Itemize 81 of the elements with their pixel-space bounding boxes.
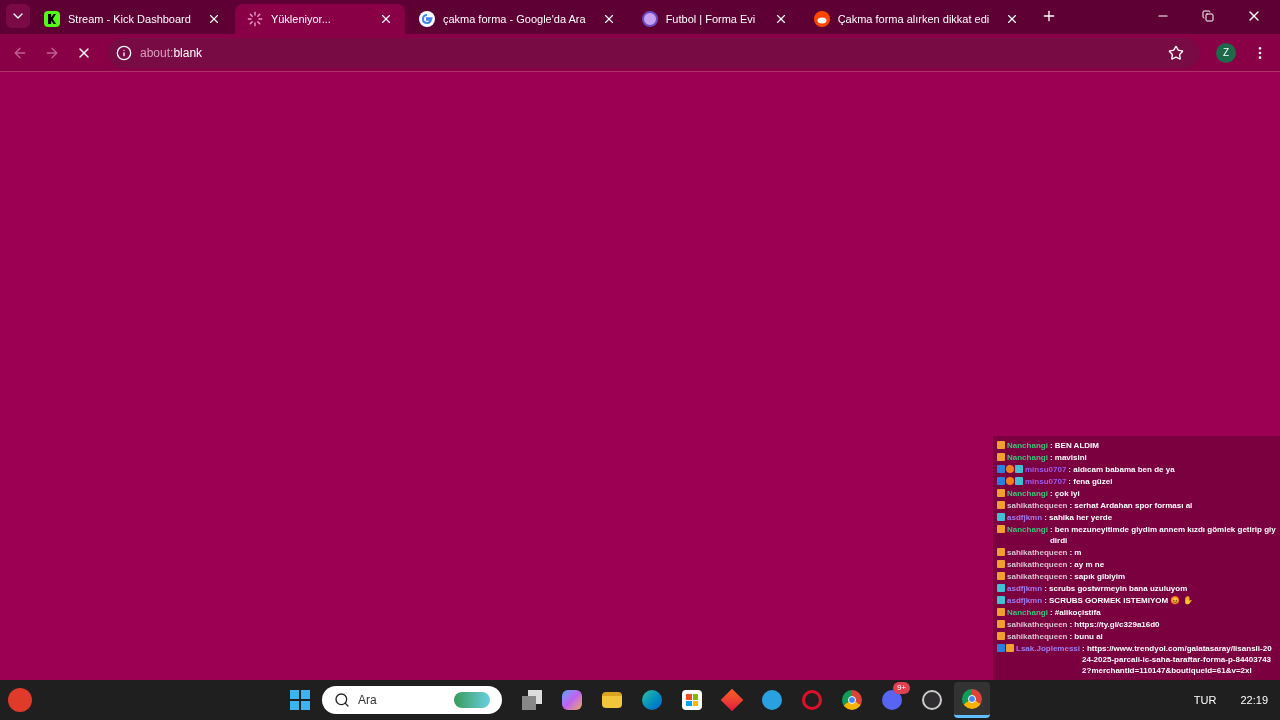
profile-avatar[interactable]: Z — [1216, 42, 1236, 63]
chat-message: : aldıcam babama ben de ya — [1068, 464, 1175, 475]
chat-username: asdfjkmn — [1007, 583, 1043, 594]
chat-message: : m — [1069, 547, 1082, 558]
browser-tab[interactable]: çakma forma - Google'da Ara — [406, 4, 628, 34]
browser-tab[interactable]: Futbol | Forma Evi — [629, 4, 800, 34]
loading-spinner-icon — [246, 11, 263, 27]
browser-icon — [642, 690, 662, 710]
chat-message: : fena güzel — [1068, 476, 1113, 487]
clock-time[interactable]: 22:19 — [1240, 691, 1268, 709]
chat-message: : sahika her yerde — [1044, 512, 1113, 523]
tab-title: Çakma forma alırken dikkat edi — [837, 11, 990, 27]
chat-username: sahikathequeen — [1007, 571, 1068, 582]
alien-logo-icon — [813, 11, 830, 27]
browser-tab[interactable]: Çakma forma alırken dikkat edi — [801, 4, 1032, 34]
chat-username: asdfjkmn — [1007, 512, 1043, 523]
site-logo-icon — [641, 11, 658, 27]
ring-logo-icon — [802, 690, 822, 710]
chat-message: : bunu al — [1069, 631, 1103, 642]
language-indicator[interactable]: TUR — [1193, 691, 1217, 709]
chat-message: : BEN ALDIM — [1049, 440, 1099, 451]
chat-username: Nanchangi — [1007, 488, 1048, 499]
browser-tab[interactable]: Stream - Kick Dashboard — [32, 4, 233, 34]
folder-icon — [602, 692, 622, 708]
search-field[interactable]: Ara — [322, 686, 502, 714]
bookmark-star-icon[interactable] — [1168, 44, 1184, 61]
k-logo-icon — [44, 11, 60, 27]
chat-message: : #alikoçistifa — [1049, 607, 1101, 618]
chat-message: : ben mezuneyitimde giydim annem kızdı gömlek getirip giydirdi — [1049, 524, 1276, 546]
chat-message: : https://www.trendyol.com/galatasaray/lisansli-2024-2025-parcali-ic-saha-taraftar-forma-p-844037432?merchantId=110147&boutiqueId=61&v=2xl — [1082, 643, 1273, 676]
browser-icon — [842, 690, 862, 710]
tab-title: Stream - Kick Dashboard — [68, 11, 191, 27]
start-icon[interactable] — [290, 690, 310, 710]
taskbar-app-button[interactable]: 9+ — [874, 682, 910, 718]
chat-username: sahikathequeen — [1007, 547, 1068, 558]
chat-message: : mavisini — [1049, 452, 1087, 463]
tab-title: Yükleniyor... — [270, 11, 332, 27]
flag-badge-icon — [997, 513, 1005, 521]
taskbar-app-button[interactable] — [954, 682, 990, 718]
search-icon — [334, 692, 350, 708]
chat-username: sahikathequeen — [1007, 559, 1068, 570]
address-bar[interactable]: about:blank — [108, 37, 1200, 68]
restore-icon[interactable] — [1202, 10, 1214, 22]
chat-message: : SCRUBS GORMEK ISTEMIYOM 😡 ✋ — [1044, 595, 1193, 606]
tab-title: Futbol | Forma Evi — [665, 11, 757, 27]
chat-username: sahikathequeen — [1007, 500, 1068, 511]
store-bag-icon — [682, 690, 702, 710]
weather-widget-icon[interactable] — [8, 688, 32, 712]
task-view-icon — [522, 690, 542, 710]
tab-search-button[interactable] — [6, 4, 30, 28]
chat-username: sahikathequeen — [1007, 619, 1068, 630]
chat-message: : https://ty.gl/c329a16d0 — [1069, 619, 1160, 630]
chat-username: Nanchangi — [1007, 524, 1048, 535]
browser-icon — [962, 688, 982, 709]
chat-message: : serhat Ardahan spor forması al — [1069, 500, 1193, 511]
chat-username: minsu0707 — [1025, 476, 1067, 487]
notification-badge: 9+ — [892, 682, 910, 694]
recorder-icon — [922, 690, 942, 710]
chat-username: Nanchangi — [1007, 452, 1048, 463]
crown-badge-icon — [997, 525, 1005, 533]
browser-tab[interactable]: Yükleniyor... — [234, 4, 405, 34]
url-text: about:blank — [140, 44, 203, 62]
help-icon — [762, 690, 782, 710]
chat-app-icon — [882, 690, 902, 710]
square-badge-icon — [997, 644, 1005, 652]
chat-message: : ay m ne — [1069, 559, 1105, 570]
chat-username: Nanchangi — [1007, 440, 1048, 451]
chat-message: : çok iyi — [1049, 488, 1080, 499]
chat-username: Nanchangi — [1007, 607, 1048, 618]
tab-title: çakma forma - Google'da Ara — [442, 11, 586, 27]
g-logo-icon — [418, 11, 435, 27]
chat-username: Lsak.Joplemessi — [1016, 643, 1081, 654]
search-input[interactable]: Ara — [358, 691, 438, 709]
info-icon[interactable] — [116, 44, 132, 61]
copilot-icon — [562, 690, 582, 710]
chat-username: sahikathequeen — [1007, 631, 1068, 642]
landscape-icon — [454, 692, 490, 708]
chat-username: asdfjkmn — [1007, 595, 1043, 606]
chat-username: minsu0707 — [1025, 464, 1067, 475]
chat-message: : sapık gibiyim — [1069, 571, 1126, 582]
chat-message: : scrubs gostwrmeyin bana uzuluyom — [1044, 583, 1188, 594]
